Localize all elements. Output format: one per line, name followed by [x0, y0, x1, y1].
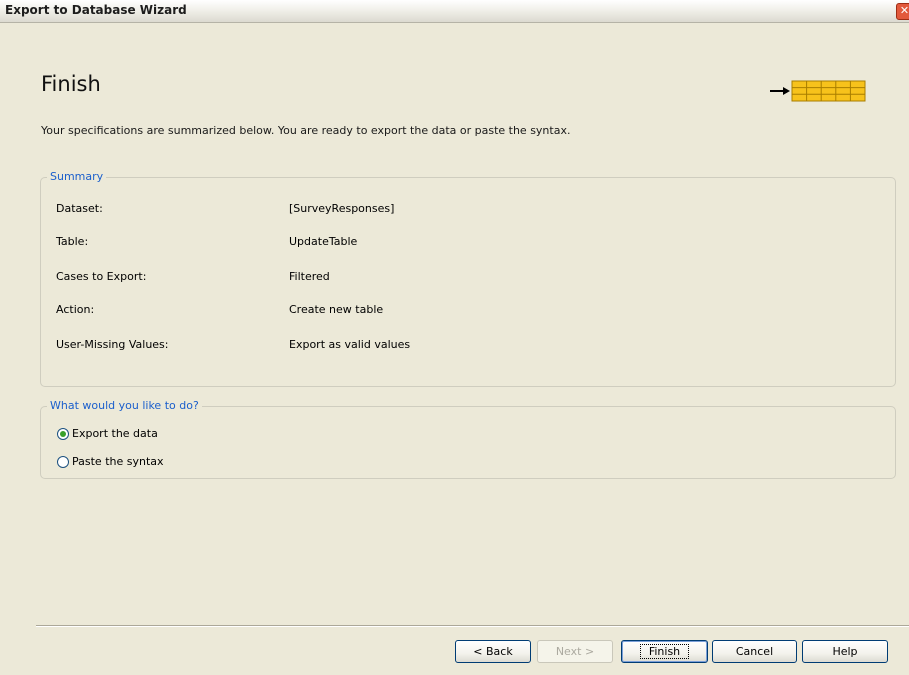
finish-button[interactable]: Finish [621, 640, 708, 663]
window-title: Export to Database Wizard [5, 3, 187, 17]
summary-value-user-missing: Export as valid values [289, 338, 411, 351]
title-bar[interactable]: Export to Database Wizard ✕ [0, 0, 909, 23]
close-button[interactable]: ✕ [896, 3, 909, 20]
summary-value-action: Create new table [289, 303, 384, 316]
footer-separator [36, 625, 909, 627]
summary-label-dataset: Dataset: [56, 202, 103, 215]
action-legend: What would you like to do? [47, 399, 202, 413]
finish-button-label: Finish [639, 644, 690, 659]
summary-value-dataset: [SurveyResponses] [289, 202, 395, 215]
option-export-data-label: Export the data [72, 427, 158, 440]
summary-value-cases: Filtered [289, 270, 330, 283]
radio-paste-syntax[interactable] [57, 456, 69, 468]
option-paste-syntax-label: Paste the syntax [72, 455, 164, 468]
summary-label-cases: Cases to Export: [56, 270, 147, 283]
radio-export-data[interactable] [57, 428, 69, 440]
summary-label-user-missing: User-Missing Values: [56, 338, 169, 351]
summary-label-action: Action: [56, 303, 95, 316]
wizard-window: Export to Database Wizard ✕ Finish Your … [0, 0, 909, 675]
action-group: What would you like to do? Export the da… [40, 399, 896, 479]
page-title: Finish [41, 72, 101, 96]
summary-legend: Summary [47, 170, 107, 184]
summary-label-table: Table: [56, 235, 89, 248]
arrow-into-table-icon [770, 80, 866, 102]
close-icon: ✕ [899, 4, 909, 17]
option-export-data[interactable]: Export the data [57, 425, 158, 443]
back-button[interactable]: < Back [455, 640, 531, 663]
summary-group: Summary Dataset: [SurveyResponses] Table… [40, 170, 896, 387]
intro-text: Your specifications are summarized below… [41, 124, 571, 137]
option-paste-syntax[interactable]: Paste the syntax [57, 453, 164, 471]
cancel-button[interactable]: Cancel [712, 640, 797, 663]
next-button[interactable]: Next > [537, 640, 613, 663]
summary-value-table: UpdateTable [289, 235, 358, 248]
help-button[interactable]: Help [802, 640, 888, 663]
